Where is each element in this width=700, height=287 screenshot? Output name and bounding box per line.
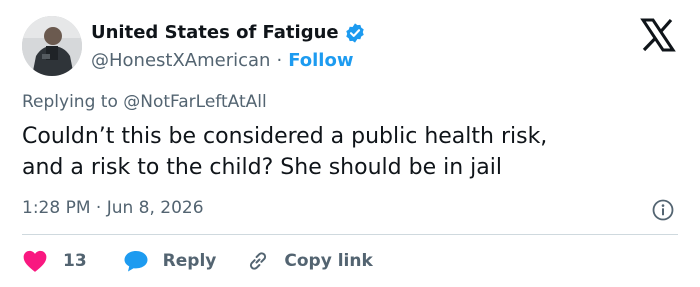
divider: [22, 234, 678, 235]
copy-link-label: Copy link: [284, 251, 373, 271]
author-name-row: United States of Fatigue: [91, 19, 366, 47]
display-name[interactable]: United States of Fatigue: [91, 19, 339, 47]
tweet-text: Couldn’t this be considered a public hea…: [22, 121, 672, 183]
info-icon[interactable]: [651, 198, 675, 222]
speech-bubble-icon: [124, 251, 148, 272]
action-bar: 13 Reply Copy link: [22, 247, 373, 275]
timestamp[interactable]: 1:28 PM · Jun 8, 2026: [22, 198, 204, 218]
handle-row: @HonestXAmerican · Follow: [91, 47, 353, 73]
link-icon: [250, 252, 267, 270]
reply-label: Reply: [162, 251, 217, 271]
follow-button[interactable]: Follow: [288, 50, 353, 71]
tweet-text-line: and a risk to the child? She should be i…: [22, 155, 502, 180]
like-count: 13: [63, 251, 87, 271]
verified-badge-icon: [345, 23, 364, 43]
replying-to-handle[interactable]: @NotFarLeftAtAll: [123, 92, 266, 112]
x-logo-icon[interactable]: [640, 18, 676, 52]
avatar[interactable]: [22, 16, 82, 76]
separator-dot: ·: [276, 49, 283, 71]
tweet-card: United States of Fatigue @HonestXAmerica…: [0, 0, 700, 287]
tweet-text-line: Couldn’t this be considered a public hea…: [22, 124, 548, 149]
copy-link-button[interactable]: Copy link: [246, 249, 373, 273]
heart-icon: [23, 250, 47, 272]
replying-to: Replying to @NotFarLeftAtAll: [22, 92, 267, 112]
replying-prefix: Replying to: [22, 92, 118, 112]
reply-button[interactable]: Reply: [123, 249, 217, 273]
like-button[interactable]: 13: [22, 249, 87, 273]
handle[interactable]: @HonestXAmerican: [91, 50, 270, 71]
avatar-image: [22, 16, 82, 76]
